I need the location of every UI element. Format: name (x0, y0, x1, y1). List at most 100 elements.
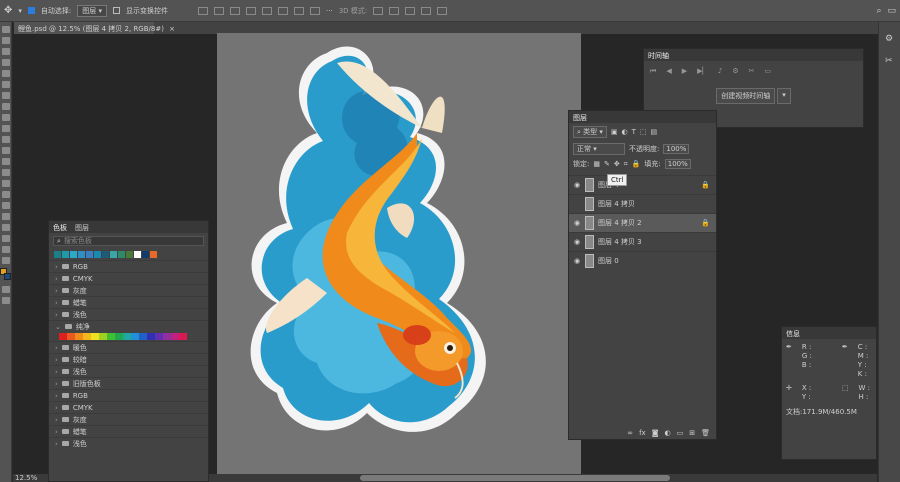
type-tool-icon[interactable] (2, 202, 10, 209)
dodge-tool-icon[interactable] (2, 180, 10, 187)
color-swatch[interactable] (147, 333, 155, 340)
quick-select-tool-icon[interactable] (2, 59, 10, 66)
color-swatch[interactable] (115, 333, 123, 340)
align-left-icon[interactable] (198, 6, 209, 15)
layer-filter-dropdown[interactable]: ⌕ 类型 ▾ (573, 126, 607, 138)
search-icon[interactable]: ⌕ (876, 6, 881, 16)
brush-tool-icon[interactable] (2, 114, 10, 121)
lock-position-icon[interactable]: ✥ (614, 160, 620, 168)
blur-tool-icon[interactable] (2, 169, 10, 176)
visibility-eye-icon[interactable]: ◉ (573, 238, 581, 246)
layer-name[interactable]: 图层 4 拷贝 3 (598, 237, 716, 247)
opacity-input[interactable]: 100% (663, 144, 690, 154)
distribute-icon[interactable] (294, 6, 305, 15)
lasso-tool-icon[interactable] (2, 48, 10, 55)
color-swatch[interactable] (139, 333, 147, 340)
color-swatch[interactable] (142, 251, 149, 258)
orbit-3d-icon[interactable] (373, 6, 384, 15)
swatch-group[interactable]: › 较暗 (49, 353, 208, 365)
swatch-group[interactable]: › 旧版色板 (49, 377, 208, 389)
first-frame-icon[interactable]: ⏮ (650, 67, 656, 76)
document-tab[interactable]: 鲤鱼.psd @ 12.5% (图层 4 拷贝 2, RGB/8#) × (14, 22, 175, 34)
layer-style-icon[interactable]: fx (639, 429, 646, 437)
group-icon[interactable]: ▭ (677, 429, 684, 437)
color-swatch[interactable] (94, 251, 101, 258)
color-swatch[interactable] (134, 251, 141, 258)
adjustments-icon[interactable]: ⚙ (885, 34, 894, 44)
layer-name[interactable]: 图层 4 拷贝 (598, 199, 716, 209)
layer-row[interactable]: ◉ 图层 4 拷贝 3 (569, 232, 716, 251)
lock-transparent-icon[interactable]: ▦ (593, 160, 600, 168)
color-swatch[interactable] (126, 251, 133, 258)
pen-tool-icon[interactable] (2, 191, 10, 198)
align-bottom-icon[interactable] (278, 6, 289, 15)
color-swatch[interactable] (155, 333, 163, 340)
filter-shape-icon[interactable]: ⬚ (640, 128, 647, 136)
create-video-timeline-button[interactable]: 创建视频时间轴 (716, 88, 776, 104)
visibility-eye-icon[interactable]: ◉ (573, 257, 581, 265)
tab-swatches[interactable]: 色板 (53, 223, 67, 232)
lock-pixels-icon[interactable]: ✎ (604, 160, 610, 168)
stamp-tool-icon[interactable] (2, 125, 10, 132)
distribute-vertical-icon[interactable] (310, 6, 321, 15)
move-tool-icon[interactable] (2, 26, 10, 33)
swatch-group[interactable]: › 灰度 (49, 413, 208, 425)
more-tools-icon[interactable] (2, 257, 10, 264)
horizontal-scrollbar[interactable] (360, 475, 670, 481)
color-swatch[interactable] (171, 333, 179, 340)
color-swatch[interactable] (102, 251, 109, 258)
layer-row[interactable]: 图层 4 拷贝 (569, 194, 716, 213)
layer-row[interactable]: ◉图层 4🔒 (569, 175, 716, 194)
filter-pixel-icon[interactable]: ▣ (611, 128, 618, 136)
prev-frame-icon[interactable]: ◀ (666, 67, 671, 76)
new-layer-icon[interactable]: ⊞ (689, 429, 695, 437)
screen-mode-icon[interactable] (2, 297, 10, 304)
close-icon[interactable]: × (169, 25, 175, 33)
color-swatch[interactable] (110, 251, 117, 258)
layer-name[interactable]: 图层 4 拷贝 2 (598, 218, 697, 228)
zoom-tool-icon[interactable] (2, 246, 10, 253)
align-right-icon[interactable] (230, 6, 241, 15)
layer-row[interactable]: ◉ 图层 0 (569, 251, 716, 270)
color-swatch[interactable] (54, 251, 61, 258)
swatch-group[interactable]: › 蜡笔 (49, 425, 208, 437)
document-canvas[interactable] (217, 33, 581, 474)
slide-3d-icon[interactable] (421, 6, 432, 15)
lock-artboard-icon[interactable]: ⌗ (624, 160, 628, 169)
color-swatch[interactable] (131, 333, 139, 340)
swatch-group[interactable]: › 浅色 (49, 308, 208, 320)
settings-icon[interactable]: ⚙ (732, 67, 738, 76)
color-swatch[interactable] (59, 333, 67, 340)
color-swatch[interactable] (75, 333, 83, 340)
layer-name[interactable]: 图层 0 (598, 256, 716, 266)
color-swatch[interactable] (99, 333, 107, 340)
color-swatch[interactable] (107, 333, 115, 340)
swatch-group[interactable]: › 浅色 (49, 365, 208, 377)
auto-select-checkbox[interactable] (27, 7, 35, 14)
next-frame-icon[interactable]: ▶▏ (697, 67, 708, 76)
pan-3d-icon[interactable] (405, 6, 416, 15)
filter-smart-icon[interactable]: ▤ (651, 128, 658, 136)
swatch-search-input[interactable]: ⌕ 搜索色板 (53, 236, 204, 246)
add-mask-icon[interactable]: ◙ (652, 429, 659, 437)
color-swatch[interactable] (67, 333, 75, 340)
swatch-group[interactable]: › 蜡笔 (49, 296, 208, 308)
color-swatch[interactable] (118, 251, 125, 258)
color-swatch[interactable] (70, 251, 77, 258)
history-brush-tool-icon[interactable] (2, 136, 10, 143)
play-icon[interactable]: ▶ (682, 67, 687, 76)
color-swatch[interactable] (83, 333, 91, 340)
blend-mode-dropdown[interactable]: 正常 ▾ (573, 143, 625, 155)
link-layers-icon[interactable]: ∞ (627, 429, 633, 437)
visibility-eye-icon[interactable]: ◉ (573, 219, 581, 227)
path-select-tool-icon[interactable] (2, 213, 10, 220)
color-swatches-icon[interactable] (0, 268, 12, 282)
align-middle-icon[interactable] (262, 6, 273, 15)
more-icon[interactable]: ··· (326, 7, 333, 15)
swatch-group[interactable]: › CMYK (49, 272, 208, 284)
swatch-group[interactable]: › CMYK (49, 401, 208, 413)
visibility-eye-icon[interactable]: ◉ (573, 181, 581, 189)
align-center-icon[interactable] (214, 6, 225, 15)
audio-icon[interactable]: ♪ (718, 67, 722, 76)
filter-type-icon[interactable]: T (632, 128, 636, 136)
